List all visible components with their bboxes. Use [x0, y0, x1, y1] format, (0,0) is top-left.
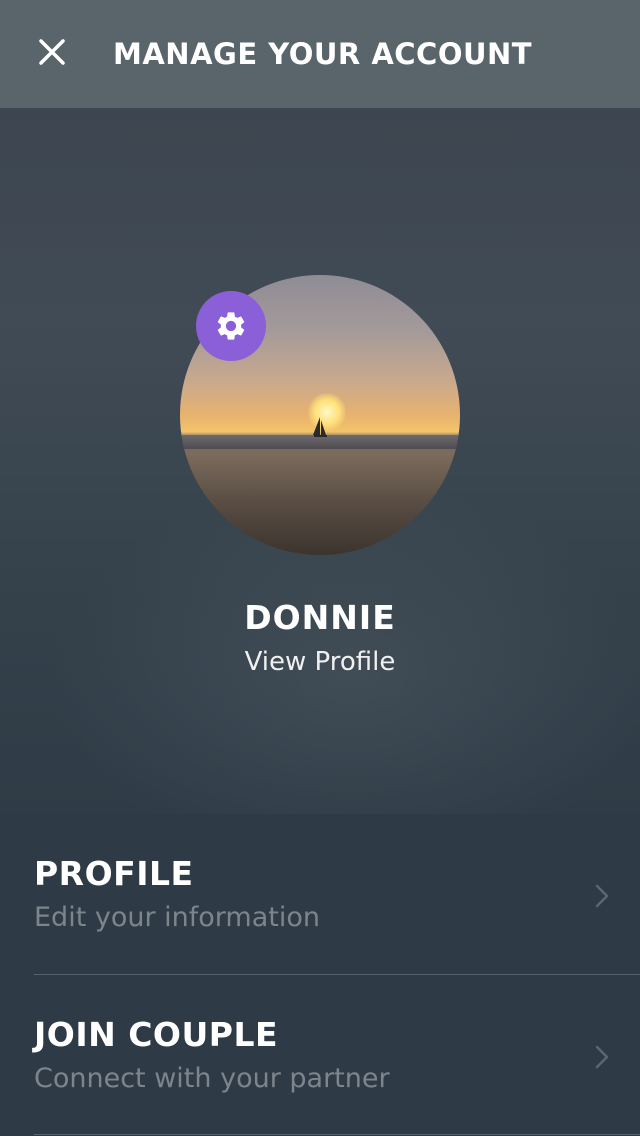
close-icon [39, 39, 65, 65]
view-profile-link[interactable]: View Profile [0, 645, 640, 679]
menu-item-label: PROFILE [34, 854, 194, 893]
chevron-right-icon [595, 884, 609, 908]
gear-icon [217, 312, 245, 340]
close-button[interactable] [34, 34, 70, 70]
user-name: DONNIE [244, 598, 396, 637]
menu-item-description: Edit your information [34, 902, 320, 933]
account-menu: PROFILE Edit your information JOIN COUPL… [0, 814, 640, 1136]
divider [34, 1134, 640, 1135]
menu-item-profile[interactable]: PROFILE Edit your information [0, 814, 640, 974]
menu-item-description: Connect with your partner [34, 1063, 390, 1094]
settings-button[interactable] [196, 291, 266, 361]
top-bar: MANAGE YOUR ACCOUNT [0, 0, 640, 108]
page-title: MANAGE YOUR ACCOUNT [113, 37, 533, 71]
sailboat-silhouette [313, 417, 327, 437]
avatar-container [180, 275, 460, 555]
chevron-right-icon [595, 1045, 609, 1069]
menu-item-join-couple[interactable]: JOIN COUPLE Connect with your partner [0, 975, 640, 1135]
menu-item-label: JOIN COUPLE [34, 1015, 279, 1054]
